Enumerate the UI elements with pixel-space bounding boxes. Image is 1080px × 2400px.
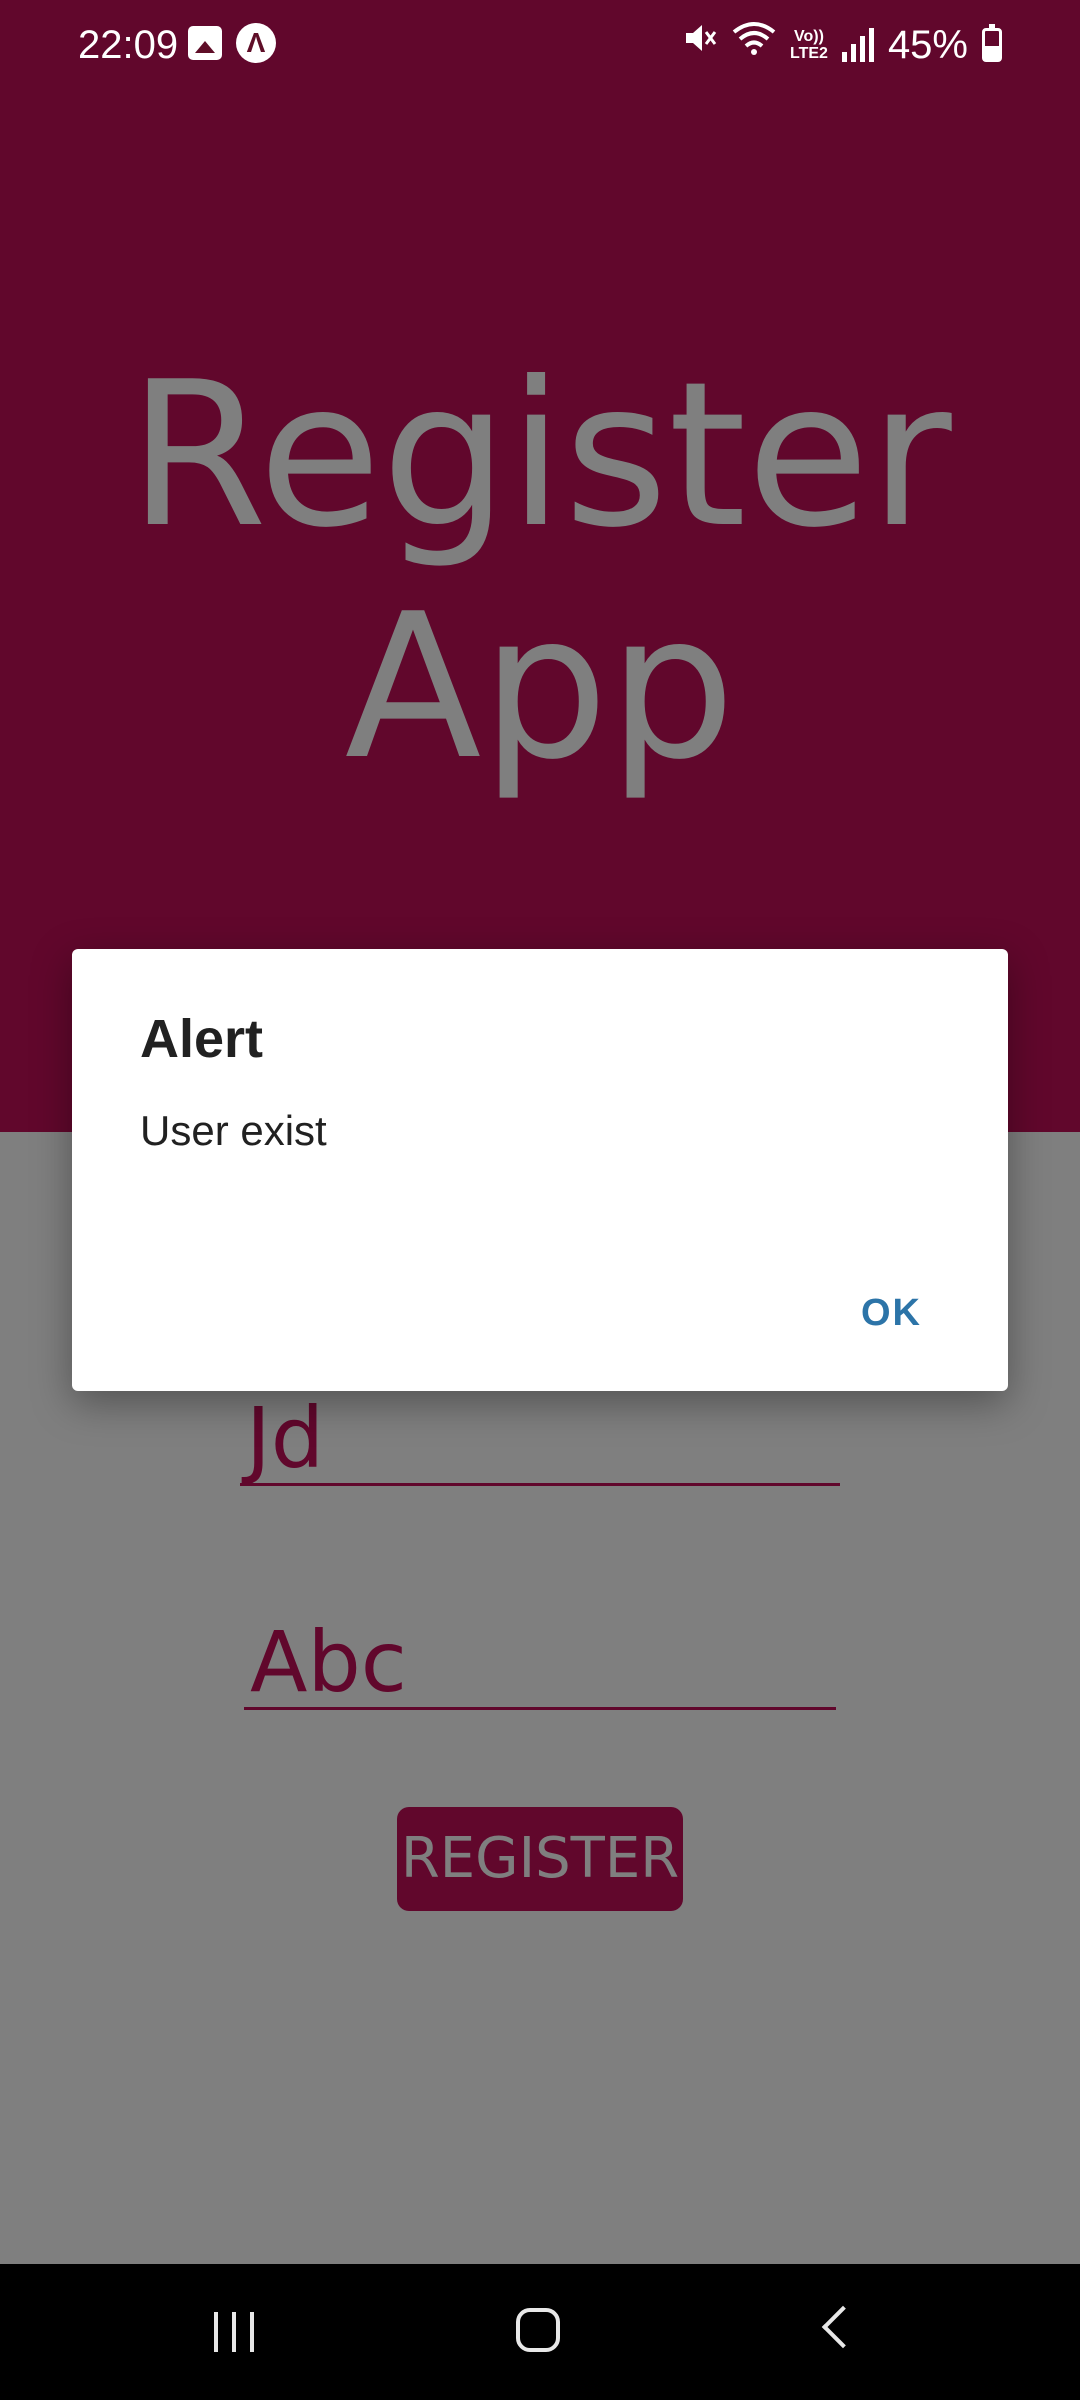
gallery-icon	[188, 26, 222, 60]
screen: Register App Jd Abc REGISTER 22:09 Λ	[0, 0, 1080, 2400]
status-bar: 22:09 Λ Vo)) LTE2 45%	[0, 0, 1080, 90]
status-time: 22:09	[78, 23, 179, 67]
volte-label: Vo))	[794, 28, 824, 45]
recents-icon[interactable]	[214, 2312, 254, 2352]
dialog-message: User exist	[140, 1107, 327, 1154]
lte-label: LTE2	[790, 45, 828, 62]
nova-icon: Λ	[236, 23, 276, 63]
system-icons: Vo)) LTE2 45%	[682, 20, 1002, 70]
home-icon[interactable]	[516, 2308, 560, 2352]
battery-icon	[982, 24, 1002, 62]
dialog-title: Alert	[140, 1009, 264, 1069]
signal-icon	[841, 28, 874, 62]
mute-icon	[682, 20, 718, 70]
notification-icons: Λ	[188, 23, 276, 63]
navigation-bar	[0, 2264, 1080, 2400]
volte-lte-icon: Vo)) LTE2	[790, 28, 828, 62]
wifi-icon	[732, 20, 776, 70]
battery-level: 45%	[887, 23, 968, 67]
ok-button[interactable]: OK	[861, 1289, 922, 1337]
alert-dialog: Alert User exist OK	[72, 949, 1008, 1391]
back-icon[interactable]	[821, 2305, 865, 2349]
